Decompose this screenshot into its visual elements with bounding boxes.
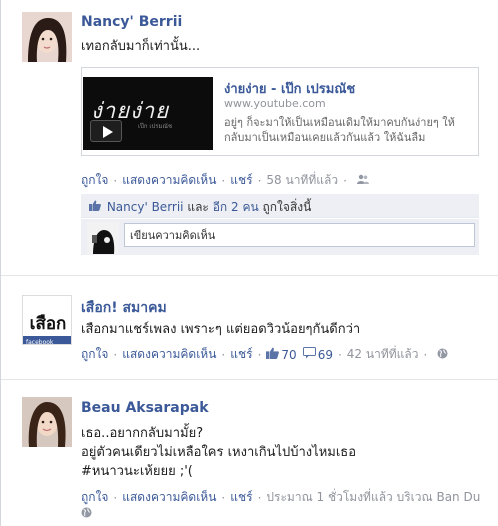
page-logo-subtext: facebook <box>26 339 54 345</box>
separator: · <box>423 347 428 362</box>
likes-summary: Nancy' Berrii และ อีก 2 คน ถูกใจสิ่งนี้ <box>81 194 479 218</box>
comment-composer <box>81 219 479 255</box>
avatar[interactable] <box>22 12 72 62</box>
globe-icon[interactable] <box>81 507 92 521</box>
likes-others-link[interactable]: อีก 2 คน <box>213 200 259 214</box>
likes-and-text: และ <box>187 200 209 214</box>
post-actions: ถูกใจ · แสดงความคิดเห็น · แชร์ · ประมาณ … <box>81 488 480 507</box>
timestamp-link[interactable]: ประมาณ 1 ชั่วโมงที่แล้ว บริเวณ Ban Du <box>266 488 480 507</box>
separator: · <box>113 347 118 362</box>
shared-link-card[interactable]: ง่ายง่าย เป๊ก เปรมณัช ง่ายง่าย - เป๊ก เป… <box>81 67 479 156</box>
timestamp-link[interactable]: 58 นาทีที่แล้ว <box>266 171 338 190</box>
comment-count[interactable]: 69 <box>318 348 333 362</box>
comment-link[interactable]: แสดงความคิดเห็น <box>122 171 216 190</box>
thumbs-up-icon <box>89 200 105 214</box>
comment-bubble-icon[interactable] <box>302 347 316 362</box>
separator: · <box>221 490 226 505</box>
commenter-avatar <box>87 222 119 254</box>
post-message-line: เธอ..อยากกลับมามั้ย? <box>81 426 204 441</box>
thumbnail-subtitle: เป๊ก เปรมณัช <box>138 123 173 130</box>
post-message: เสือกมาแชร์เพลง เพราะๆ แต่ยอดวิวน้อยๆกัน… <box>81 322 361 337</box>
separator: · <box>221 173 226 188</box>
avatar[interactable] <box>22 397 72 447</box>
like-count[interactable]: 70 <box>281 348 296 362</box>
post-actions: ถูกใจ · แสดงความคิดเห็น · แชร์ · 58 นาที… <box>81 171 369 190</box>
shared-link-url: www.youtube.com <box>224 97 326 110</box>
separator: · <box>113 490 118 505</box>
separator: · <box>257 347 262 362</box>
separator: · <box>257 490 262 505</box>
post-author-link[interactable]: Beau Aksarapak <box>81 400 209 416</box>
thumbs-up-icon[interactable] <box>266 347 280 362</box>
story-divider <box>1 379 498 380</box>
timestamp-link[interactable]: 42 นาทีที่แล้ว <box>347 345 419 364</box>
likes-suffix-text: ถูกใจสิ่งนี้ <box>262 200 312 214</box>
story-divider <box>1 275 498 276</box>
separator: · <box>337 347 342 362</box>
comment-link[interactable]: แสดงความคิดเห็น <box>122 345 216 364</box>
post-message-line: #หนาวนะเห้ยยย ;'( <box>81 464 193 479</box>
post-actions: ถูกใจ · แสดงความคิดเห็น · แชร์ · 70 69 ·… <box>81 345 448 364</box>
liker-name-link[interactable]: Nancy' Berrii <box>107 200 184 214</box>
separator: · <box>221 347 226 362</box>
play-icon[interactable] <box>90 120 122 142</box>
page-logo-text: เสือก <box>30 313 67 334</box>
like-link[interactable]: ถูกใจ <box>81 488 108 507</box>
separator: · <box>257 173 262 188</box>
comment-input[interactable] <box>124 223 475 247</box>
like-link[interactable]: ถูกใจ <box>81 171 108 190</box>
post-author-link[interactable]: Nancy' Berrii <box>81 14 182 30</box>
video-thumbnail[interactable]: ง่ายง่าย เป๊ก เปรมณัช <box>83 77 213 150</box>
separator: · <box>113 173 118 188</box>
friends-icon[interactable] <box>356 174 369 187</box>
comment-link[interactable]: แสดงความคิดเห็น <box>122 488 216 507</box>
like-link[interactable]: ถูกใจ <box>81 345 108 364</box>
post-author-link[interactable]: เสือก! สมาคม <box>81 297 167 319</box>
share-link[interactable]: แชร์ <box>230 488 252 507</box>
post-message: เทอกลับมาก็เท่านั้น... <box>81 39 201 54</box>
news-feed: Nancy' Berrii เทอกลับมาก็เท่านั้น... ง่า… <box>0 0 498 526</box>
shared-link-title[interactable]: ง่ายง่าย - เป๊ก เปรมณัช <box>224 78 355 99</box>
separator: · <box>343 173 347 188</box>
share-link[interactable]: แชร์ <box>230 171 252 190</box>
share-link[interactable]: แชร์ <box>230 345 252 364</box>
avatar[interactable]: เสือก facebook <box>22 295 72 345</box>
post-message-line: อยู่ตัวคนเดียวไม่เหลือใคร เหงาเกินไปบ้าง… <box>81 445 357 460</box>
globe-icon[interactable] <box>437 348 448 362</box>
shared-link-description: อยู่ๆ ก็จะมาให้เป็นเหมือนเดิมให้มาคบกันง… <box>224 116 455 144</box>
